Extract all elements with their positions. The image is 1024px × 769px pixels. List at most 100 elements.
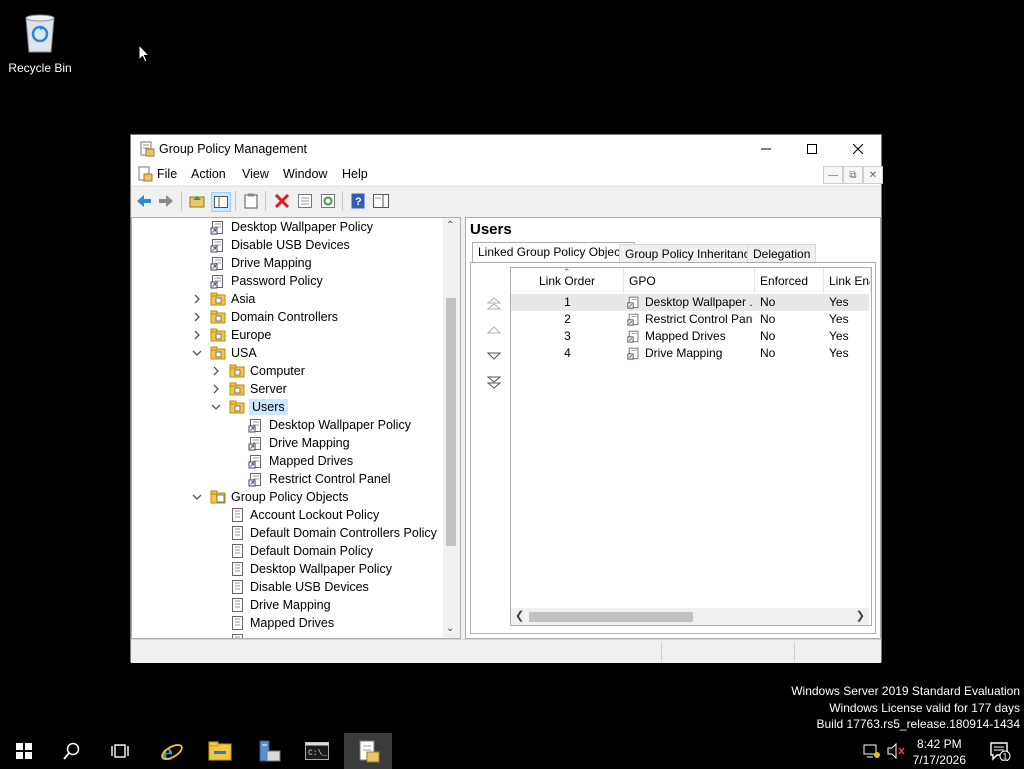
expand-chevron-icon[interactable] bbox=[191, 290, 203, 308]
tree-item-restrict-control-panel[interactable]: Restrict Control Panel bbox=[248, 470, 391, 488]
up-level-button[interactable] bbox=[188, 192, 206, 210]
linked-gpo-row[interactable]: 2 Restrict Control Panel No Yes bbox=[511, 311, 869, 328]
tree-item-computer[interactable]: Computer bbox=[229, 362, 305, 380]
tab-linked-gpos[interactable]: Linked Group Policy Objects bbox=[472, 242, 636, 264]
column-header-enforced[interactable]: Enforced bbox=[755, 268, 824, 292]
search-button[interactable] bbox=[48, 733, 96, 769]
tree-item-disable-usb-devices[interactable]: Disable USB Devices bbox=[210, 236, 350, 254]
start-button[interactable] bbox=[0, 733, 48, 769]
tree-item-password-policy[interactable]: Password Policy bbox=[210, 272, 323, 290]
linked-gpo-row[interactable]: 3 Mapped Drives No Yes bbox=[511, 328, 869, 345]
mdi-document-icon[interactable] bbox=[137, 166, 153, 182]
tree-item-usa[interactable]: USA bbox=[210, 344, 257, 362]
tree-item-drive-mapping[interactable]: Drive Mapping bbox=[248, 434, 350, 452]
network-tray-button[interactable] bbox=[860, 733, 884, 769]
tree-item-group-policy-objects[interactable]: Group Policy Objects bbox=[210, 488, 348, 506]
tree-item-label: Default Domain Controllers Policy bbox=[250, 526, 437, 540]
tree-vertical-scrollbar[interactable]: ⌃ ⌄ bbox=[443, 218, 460, 638]
recycle-bin-icon bbox=[25, 14, 55, 53]
mdi-close-button[interactable]: ✕ bbox=[863, 166, 883, 184]
help-button[interactable]: ? bbox=[349, 192, 367, 210]
refresh-icon bbox=[321, 194, 335, 208]
title-bar[interactable]: Group Policy Management bbox=[131, 135, 881, 163]
horizontal-scroll-thumb[interactable] bbox=[529, 612, 693, 622]
tree-item-mapped-drives[interactable]: Mapped Drives bbox=[248, 452, 353, 470]
move-down-button[interactable] bbox=[485, 347, 503, 365]
expand-chevron-icon[interactable] bbox=[191, 308, 203, 326]
ou-folder-icon bbox=[229, 363, 245, 379]
scroll-right-icon[interactable]: ❯ bbox=[856, 609, 865, 622]
tree-item-desktop-wallpaper-policy[interactable]: Desktop Wallpaper Policy bbox=[229, 560, 392, 578]
tree-item-asia[interactable]: Asia bbox=[210, 290, 255, 308]
menu-file[interactable]: File bbox=[157, 167, 177, 181]
tab-delegation[interactable]: Delegation bbox=[747, 244, 817, 263]
forward-button[interactable] bbox=[157, 192, 175, 210]
tree-item-server[interactable]: Server bbox=[229, 380, 287, 398]
linked-gpo-row[interactable]: 4 Drive Mapping No Yes bbox=[511, 345, 869, 362]
cell-link-enabled: Yes bbox=[829, 346, 849, 360]
menu-action[interactable]: Action bbox=[191, 167, 226, 181]
show-action-pane-button[interactable] bbox=[372, 192, 390, 210]
gpmc-app-icon bbox=[140, 141, 155, 157]
server-manager-taskbar-button[interactable] bbox=[245, 733, 293, 769]
tree-item-disable-usb-devices[interactable]: Disable USB Devices bbox=[229, 578, 369, 596]
tree-item-domain-controllers[interactable]: Domain Controllers bbox=[210, 308, 338, 326]
tree-scroll-thumb[interactable] bbox=[446, 298, 456, 546]
tree-item-account-lockout-policy[interactable]: Account Lockout Policy bbox=[229, 506, 379, 524]
scroll-left-icon[interactable]: ❮ bbox=[515, 609, 524, 622]
tree-item-mapped-drives[interactable]: Mapped Drives bbox=[229, 614, 334, 632]
collapse-chevron-icon[interactable] bbox=[191, 344, 203, 362]
collapse-chevron-icon[interactable] bbox=[210, 398, 222, 416]
expand-chevron-icon[interactable] bbox=[210, 380, 222, 398]
maximize-icon bbox=[807, 144, 817, 154]
tab-group-policy-inheritance[interactable]: Group Policy Inheritance bbox=[619, 244, 763, 263]
action-center-button[interactable]: 1 bbox=[976, 733, 1024, 769]
task-view-button[interactable] bbox=[96, 733, 144, 769]
linked-gpo-row[interactable]: 1 Desktop Wallpaper ... No Yes bbox=[511, 294, 869, 311]
delete-button[interactable] bbox=[273, 192, 291, 210]
move-to-top-button[interactable] bbox=[485, 295, 503, 313]
gpmc-taskbar-button[interactable] bbox=[344, 733, 392, 769]
tree-item-europe[interactable]: Europe bbox=[210, 326, 271, 344]
refresh-button[interactable] bbox=[319, 192, 337, 210]
move-down-icon bbox=[487, 352, 501, 360]
expand-chevron-icon[interactable] bbox=[191, 326, 203, 344]
tree-item-desktop-wallpaper-policy[interactable]: Desktop Wallpaper Policy bbox=[210, 218, 373, 236]
column-header-link-order[interactable]: ⌃ Link Order bbox=[511, 268, 624, 292]
clipboard-button[interactable] bbox=[242, 192, 260, 210]
file-explorer-taskbar-button[interactable] bbox=[196, 733, 244, 769]
close-button[interactable] bbox=[835, 135, 881, 163]
horizontal-scrollbar[interactable]: ❮ ❯ bbox=[511, 608, 869, 625]
recycle-bin-shortcut[interactable]: Recycle Bin bbox=[8, 12, 72, 75]
maximize-button[interactable] bbox=[789, 135, 835, 163]
volume-tray-button[interactable] bbox=[884, 733, 908, 769]
tree-item-users[interactable]: Users bbox=[229, 398, 288, 416]
menu-help[interactable]: Help bbox=[342, 167, 368, 181]
scroll-down-icon[interactable]: ⌄ bbox=[446, 623, 454, 634]
expand-chevron-icon[interactable] bbox=[210, 362, 222, 380]
tree-item-desktop-wallpaper-policy[interactable]: Desktop Wallpaper Policy bbox=[248, 416, 411, 434]
menu-window[interactable]: Window bbox=[283, 167, 327, 181]
gpo-link-icon bbox=[627, 295, 643, 312]
mdi-restore-button[interactable]: ⧉ bbox=[843, 166, 863, 184]
tree-item-drive-mapping[interactable]: Drive Mapping bbox=[210, 254, 312, 272]
move-up-button[interactable] bbox=[485, 321, 503, 339]
powershell-taskbar-button[interactable]: C:\_ bbox=[293, 733, 341, 769]
tree-item-drive-mapping[interactable]: Drive Mapping bbox=[229, 596, 331, 614]
clock[interactable]: 8:42 PM 7/17/2026 bbox=[913, 736, 966, 768]
scroll-up-icon[interactable]: ⌃ bbox=[446, 220, 454, 231]
properties-button[interactable] bbox=[296, 192, 314, 210]
cell-enforced: No bbox=[760, 329, 776, 343]
move-to-bottom-button[interactable] bbox=[485, 373, 503, 391]
show-hide-tree-button[interactable] bbox=[211, 192, 231, 212]
tree-item-default-domain-controllers-policy[interactable]: Default Domain Controllers Policy bbox=[229, 524, 437, 542]
collapse-chevron-icon[interactable] bbox=[191, 488, 203, 506]
minimize-button[interactable] bbox=[743, 135, 789, 163]
menu-view[interactable]: View bbox=[242, 167, 269, 181]
column-header-link-enabled[interactable]: Link Ena bbox=[824, 268, 871, 292]
column-header-gpo[interactable]: GPO bbox=[624, 268, 755, 292]
internet-explorer-taskbar-button[interactable]: e bbox=[148, 733, 196, 769]
tree-item-default-domain-policy[interactable]: Default Domain Policy bbox=[229, 542, 373, 560]
back-button[interactable] bbox=[135, 192, 153, 210]
mdi-minimize-button[interactable]: — bbox=[823, 166, 843, 184]
